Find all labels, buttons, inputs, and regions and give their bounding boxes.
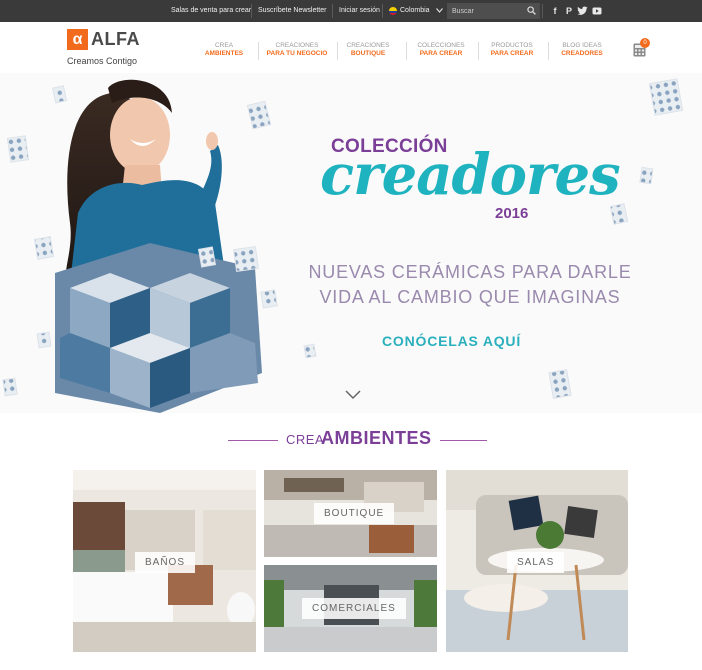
twitter-icon[interactable] [577, 6, 588, 16]
country-select[interactable]: Colombia [400, 0, 430, 22]
colombia-flag-icon [389, 7, 397, 15]
nav-label-main: PARA CREAR [419, 50, 463, 57]
hero-tagline-line: VIDA AL CAMBIO QUE IMAGINAS [319, 287, 621, 307]
hero-image [2, 78, 684, 413]
sales-rooms-link[interactable]: Salas de venta para crear [171, 0, 251, 22]
scroll-down-chevron-icon[interactable] [345, 390, 361, 400]
nav-colecciones[interactable]: COLECCIONES PARA CREAR [414, 42, 468, 58]
hero-banner[interactable] [0, 73, 702, 413]
brand-name: ALFA [91, 29, 140, 49]
cart-count-badge: 0 [640, 38, 650, 48]
nav-label-main: PARA TU NEGOCIO [266, 50, 328, 57]
top-bar: Salas de venta para crear Suscríbete New… [0, 0, 702, 22]
alpha-logo-icon: α [67, 29, 88, 50]
pinterest-icon[interactable]: P [564, 5, 574, 17]
youtube-icon[interactable] [592, 6, 602, 16]
divider [382, 4, 383, 18]
nav-divider [258, 42, 259, 60]
nav-productos[interactable]: PRODUCTOS PARA CREAR [487, 42, 537, 58]
nav-label-top: COLECCIONES [417, 42, 465, 49]
section-title: AMBIENTES [321, 428, 432, 448]
nav-label-main: AMBIENTES [204, 50, 244, 57]
tile-comerciales[interactable]: COMERCIALES [264, 565, 437, 652]
chevron-down-icon[interactable] [436, 8, 443, 13]
tile-label: SALAS [507, 552, 565, 573]
divider [542, 4, 543, 18]
login-link[interactable]: Iniciar sesión [339, 0, 380, 22]
tile-boutique[interactable]: BOUTIQUE [264, 470, 437, 557]
nav-label-main: PARA CREAR [490, 50, 534, 57]
nav-divider [548, 42, 549, 60]
facebook-icon[interactable]: f [550, 5, 560, 17]
nav-label-top: PRODUCTOS [491, 42, 533, 49]
brand-tagline: Creamos Contigo [67, 56, 138, 66]
newsletter-link[interactable]: Suscríbete Newsletter [258, 0, 326, 22]
nav-crea-ambientes[interactable]: CREA AMBIENTES [204, 42, 244, 58]
nav-label-main: BOUTIQUE [350, 50, 386, 57]
nav-label-top: CREACIONES [275, 42, 319, 49]
nav-creaciones-boutique[interactable]: CREACIONES BOUTIQUE [344, 42, 392, 58]
hero-year: 2016 [495, 205, 529, 222]
hero-tagline: NUEVAS CERÁMICAS PARA DARLE VIDA AL CAMB… [290, 260, 650, 310]
nav-divider [406, 42, 407, 60]
nav-creaciones-negocio[interactable]: CREACIONES PARA TU NEGOCIO [264, 42, 330, 58]
section-title-prefix: CREA [286, 432, 325, 447]
tile-label: COMERCIALES [302, 598, 406, 619]
nav-label-top: BLOG IDEAS [562, 42, 602, 49]
divider [332, 4, 333, 18]
section-rule-left [228, 440, 278, 441]
divider [251, 4, 252, 18]
hero-cta-link[interactable]: CONÓCELAS AQUÍ [382, 333, 521, 349]
tile-label: BOUTIQUE [314, 503, 395, 524]
hero-title: creadores [320, 142, 621, 208]
nav-divider [478, 42, 479, 60]
nav-divider [337, 42, 338, 60]
nav-blog[interactable]: BLOG IDEAS CREADORES [558, 42, 606, 58]
search-icon[interactable] [527, 6, 536, 15]
nav-label-main: CREADORES [561, 50, 603, 57]
tile-salas[interactable]: SALAS [446, 470, 628, 652]
nav-label-top: CREA [214, 42, 234, 49]
hero-tagline-line: NUEVAS CERÁMICAS PARA DARLE [308, 262, 632, 282]
section-rule-right [440, 440, 487, 441]
nav-label-top: CREACIONES [346, 42, 390, 49]
tile-label: BAÑOS [135, 552, 196, 573]
tile-banos[interactable]: BAÑOS [73, 470, 256, 652]
